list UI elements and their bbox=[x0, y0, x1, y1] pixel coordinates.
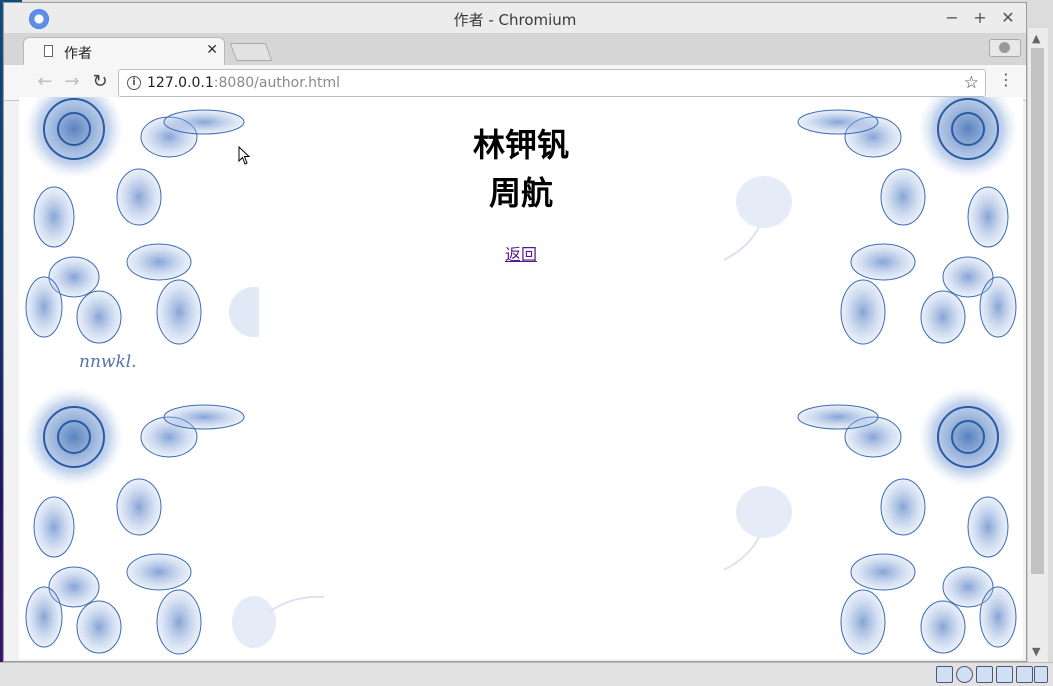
close-window-button[interactable]: ✕ bbox=[997, 6, 1019, 30]
reload-button[interactable]: ↻ bbox=[88, 70, 112, 94]
tray-icon[interactable] bbox=[936, 666, 953, 683]
bookmark-star-icon[interactable]: ☆ bbox=[964, 73, 979, 93]
artist-signature: nnwkl. bbox=[79, 352, 137, 372]
faint-rose-decoration bbox=[723, 486, 792, 571]
url-path: :8080/author.html bbox=[213, 75, 341, 91]
url-host: 127.0.0.1 bbox=[147, 75, 214, 91]
profile-icon bbox=[999, 42, 1010, 53]
maximize-button[interactable]: + bbox=[969, 6, 991, 30]
faint-rose-decoration bbox=[232, 595, 325, 648]
system-taskbar bbox=[0, 662, 1053, 686]
address-bar[interactable]: i 127.0.0.1:8080/author.html ☆ bbox=[118, 69, 986, 97]
page-icon bbox=[44, 45, 53, 57]
tray-network-icon[interactable] bbox=[976, 666, 993, 683]
author-name-2: 周航 bbox=[488, 174, 553, 212]
tab-author[interactable]: 作者 ✕ bbox=[23, 37, 225, 65]
tab-close-icon[interactable]: ✕ bbox=[206, 42, 218, 58]
minimize-button[interactable]: − bbox=[941, 6, 963, 30]
back-link[interactable]: 返回 bbox=[505, 241, 537, 265]
tray-display-icon[interactable] bbox=[996, 666, 1013, 683]
tab-strip: 作者 ✕ bbox=[4, 33, 1026, 65]
scroll-thumb[interactable] bbox=[1031, 48, 1044, 574]
new-tab-button[interactable] bbox=[229, 43, 273, 61]
url-text: 127.0.0.1:8080/author.html bbox=[147, 75, 340, 91]
mouse-pointer-icon bbox=[238, 146, 251, 165]
browser-toolbar: ← → ↻ i 127.0.0.1:8080/author.html ☆ ⋮ bbox=[4, 65, 1026, 101]
profile-button[interactable] bbox=[989, 39, 1021, 57]
tab-title: 作者 bbox=[64, 46, 92, 62]
site-info-icon[interactable]: i bbox=[127, 76, 141, 90]
back-button[interactable]: ← bbox=[33, 70, 57, 94]
scroll-up-arrow-icon[interactable]: ▲ bbox=[1032, 32, 1040, 45]
title-bar: 作者 - Chromium − + ✕ bbox=[4, 3, 1026, 33]
tray-disc-icon[interactable] bbox=[956, 666, 973, 683]
browser-menu-icon[interactable]: ⋮ bbox=[998, 70, 1014, 89]
page-viewport: nnwkl. 林钾钒 周航 返回 bbox=[19, 97, 1023, 659]
vertical-scrollbar[interactable]: ▲ ▼ bbox=[1027, 28, 1048, 662]
tray-window-icon[interactable] bbox=[1034, 666, 1048, 683]
author-name-1: 林钾钒 bbox=[472, 126, 569, 164]
window-title: 作者 - Chromium bbox=[453, 11, 577, 29]
scroll-down-arrow-icon[interactable]: ▼ bbox=[1032, 645, 1040, 658]
page-content: 林钾钒 周航 返回 bbox=[19, 97, 1023, 265]
forward-button[interactable]: → bbox=[60, 70, 84, 94]
tray-edit-icon[interactable] bbox=[1016, 666, 1033, 683]
